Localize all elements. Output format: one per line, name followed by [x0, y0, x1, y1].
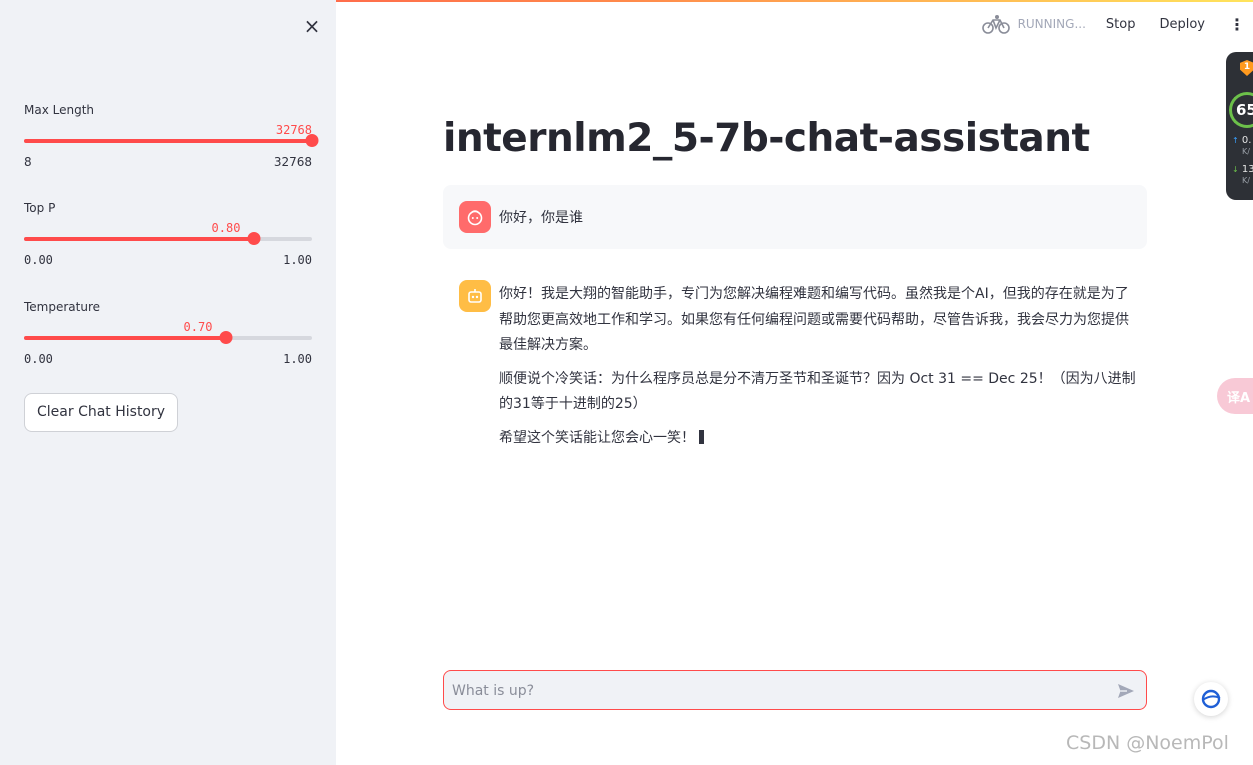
cpu-gauge: 65 [1229, 92, 1253, 128]
message-text: 你好，你是谁 [499, 210, 583, 226]
slider-min: 0.00 [24, 352, 53, 366]
watermark: CSDN @NoemPol [1066, 732, 1229, 754]
slider-fill [24, 237, 254, 241]
close-sidebar-icon[interactable]: × [300, 14, 324, 38]
slider-thumb[interactable] [247, 232, 261, 245]
assistant-avatar-icon [459, 280, 491, 312]
message-paragraph: 希望这个笑话能让您会心一笑！ [499, 426, 1139, 452]
sidebar: × Max Length 32768 8 32768 Top P 0.80 0.… [0, 0, 336, 765]
running-status: RUNNING... [981, 14, 1086, 34]
upload-value: 0. [1241, 135, 1252, 146]
slider-track[interactable] [24, 134, 319, 147]
main-menu-icon[interactable]: ⋮ [1229, 15, 1245, 34]
download-unit: K/ [1242, 176, 1250, 185]
up-arrow-icon: ↑ [1232, 136, 1239, 145]
upload-unit: K/ [1242, 147, 1250, 156]
bicycle-icon [981, 15, 1010, 34]
slider-label: Max Length [24, 103, 95, 117]
slider-fill [24, 139, 312, 143]
message-text: 希望这个笑话能让您会心一笑！ [499, 429, 695, 446]
clear-chat-history-button[interactable]: Clear Chat History [24, 393, 179, 432]
user-avatar-icon [459, 201, 491, 233]
slider-max: 1.00 [283, 352, 312, 366]
slider-track[interactable] [24, 232, 312, 245]
shield-icon: 1 [1240, 60, 1253, 76]
message-paragraph: 顺便说个冷笑话：为什么程序员总是分不清万圣节和圣诞节？因为 Oct 31 == … [499, 370, 1136, 413]
translate-button[interactable]: 译A [1217, 378, 1253, 414]
chat-input[interactable] [452, 680, 1092, 702]
upload-speed: ↑ 0. [1232, 135, 1251, 146]
header-toolbar: RUNNING... Stop Deploy ⋮ [981, 10, 1245, 38]
down-arrow-icon: ↓ [1232, 165, 1239, 174]
slider-thumb[interactable] [219, 331, 233, 344]
message-body: 你好！我是大翔的智能助手，专门为您解决编程难题和编写代码。虽然我是个AI，但我的… [499, 282, 1139, 459]
slider-track[interactable] [24, 331, 312, 344]
message-paragraph: 你好！我是大翔的智能助手，专门为您解决编程难题和编写代码。虽然我是个AI，但我的… [499, 286, 1129, 353]
chat-input-container [443, 670, 1147, 710]
slider-min: 8 [24, 155, 32, 169]
slider-value: 0.70 [183, 320, 213, 334]
slider-max: 1.00 [283, 253, 312, 267]
browser-logo-icon [1201, 689, 1221, 709]
slider-thumb[interactable] [305, 134, 319, 147]
stop-button[interactable]: Stop [1106, 17, 1136, 32]
running-status-text: RUNNING... [1017, 17, 1086, 31]
top-p-slider[interactable]: Top P 0.80 0.00 1.00 [24, 201, 312, 281]
deploy-button[interactable]: Deploy [1159, 17, 1205, 32]
download-speed: ↓ 13 [1232, 164, 1253, 175]
slider-min: 0.00 [24, 253, 53, 267]
typing-cursor [699, 429, 704, 444]
temperature-slider[interactable]: Temperature 0.70 0.00 1.00 [24, 300, 312, 380]
slider-max: 32768 [273, 155, 312, 169]
slider-value: 0.80 [211, 221, 241, 235]
slider-label: Temperature [24, 300, 101, 314]
slider-label: Top P [24, 201, 56, 215]
chat-message-assistant: 你好！我是大翔的智能助手，专门为您解决编程难题和编写代码。虽然我是个AI，但我的… [443, 272, 1147, 472]
system-monitor-widget[interactable]: 1 65 ↑ 0. K/ ↓ 13 K/ [1226, 52, 1253, 200]
translate-icon: 译A [1227, 390, 1251, 406]
browser-assistant-button[interactable] [1194, 682, 1228, 716]
chat-message-user: 你好，你是谁 [443, 185, 1147, 249]
slider-fill [24, 336, 226, 340]
page-title: internlm2_5-7b-chat-assistant [443, 116, 1090, 161]
download-value: 13 [1241, 164, 1253, 175]
send-icon[interactable] [1116, 681, 1136, 701]
max-length-slider[interactable]: Max Length 32768 8 32768 [24, 103, 319, 183]
